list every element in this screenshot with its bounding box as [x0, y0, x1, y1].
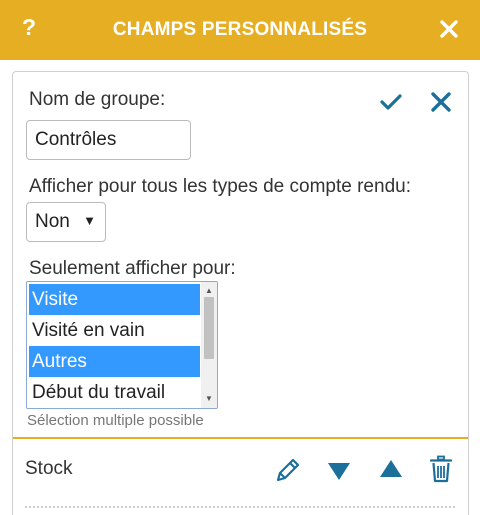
cancel-x-icon[interactable] [430, 91, 452, 113]
listbox-option[interactable]: Visite [29, 284, 200, 315]
group-name-input[interactable] [26, 120, 191, 160]
listbox-scrollbar[interactable]: ▲ ▼ [201, 282, 217, 408]
help-button[interactable]: ? [22, 14, 36, 41]
dialog-title: CHAMPS PERSONNALISÉS [112, 19, 368, 40]
section-divider [13, 437, 468, 439]
edit-pencil-icon[interactable] [273, 456, 301, 486]
dropdown-arrow-icon: ▼ [83, 213, 96, 228]
move-up-arrow-icon[interactable] [379, 459, 403, 479]
group-name-label: Nom de groupe: [29, 89, 166, 110]
group-panel: Nom de groupe: Afficher pour tous les ty… [12, 71, 469, 515]
scrollbar-thumb[interactable] [204, 297, 214, 359]
dialog-header: ? CHAMPS PERSONNALISÉS [0, 0, 480, 60]
confirm-check-icon[interactable] [379, 92, 403, 112]
listbox-option[interactable]: Début du travail [29, 377, 200, 408]
move-down-arrow-icon[interactable] [327, 461, 351, 481]
listbox-option[interactable]: Autres [29, 346, 200, 377]
field-row-label: Stock [25, 458, 73, 479]
display-all-label: Afficher pour tous les types de compte r… [29, 176, 411, 197]
display-all-value: Non [35, 211, 70, 232]
close-icon[interactable] [438, 18, 460, 40]
only-for-label: Seulement afficher pour: [29, 258, 236, 279]
listbox-option[interactable]: Visité en vain [29, 315, 200, 346]
scroll-up-arrow-icon[interactable]: ▲ [205, 286, 213, 295]
display-all-select[interactable]: Non ▼ [26, 202, 106, 242]
report-type-listbox[interactable]: Visite Visité en vain Autres Début du tr… [26, 281, 218, 409]
multi-select-hint: Sélection multiple possible [27, 412, 204, 429]
row-separator [25, 506, 455, 508]
delete-trash-icon[interactable] [430, 455, 452, 483]
scroll-down-arrow-icon[interactable]: ▼ [205, 394, 213, 403]
